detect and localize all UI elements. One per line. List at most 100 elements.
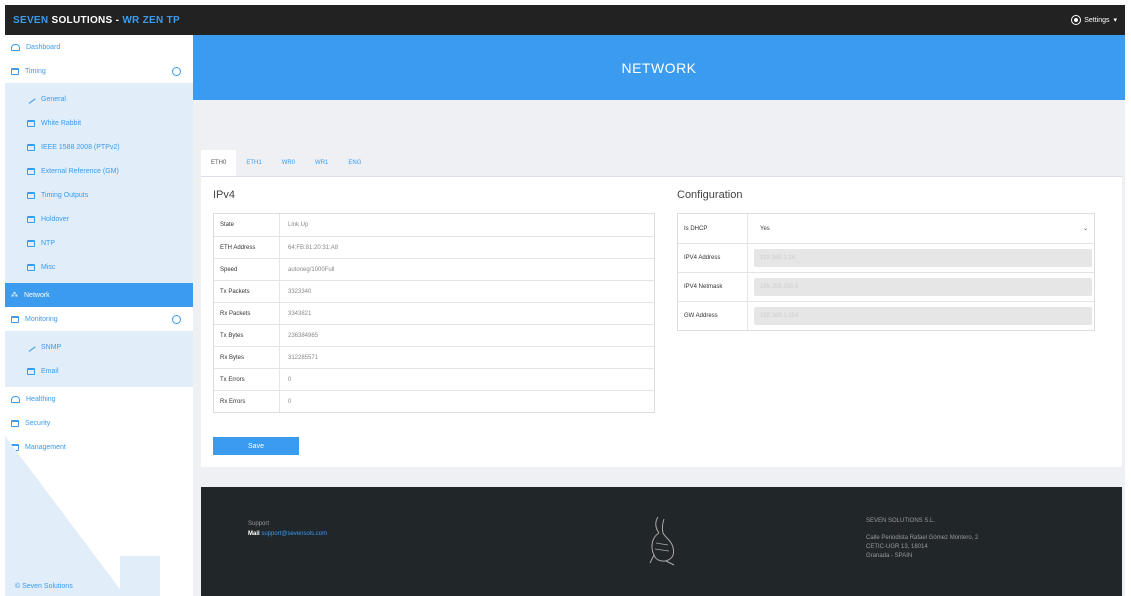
- calendar-icon: [27, 239, 35, 247]
- sidebar-item-misc[interactable]: Misc: [5, 255, 193, 279]
- calendar-icon: [11, 67, 19, 75]
- sidebar-item-label: IEEE 1588 2008 (PTPv2): [41, 143, 120, 151]
- row-key: IPV4 Netmask: [678, 273, 748, 301]
- table-row: Rx Errors 0: [214, 390, 654, 412]
- sidebar-item-snmp[interactable]: SNMP: [5, 335, 193, 359]
- row-key: Speed: [214, 259, 280, 280]
- config-row: IPV4 Address 192.168.1.14: [678, 243, 1094, 272]
- save-button[interactable]: Save: [213, 437, 299, 455]
- sidebar-item-label: NTP: [41, 239, 55, 247]
- address-line: CETIC-UGR 13, 18014: [866, 544, 928, 550]
- table-row: ETH Address 64:FB:81:20:31:A8: [214, 236, 654, 258]
- sidebar-item-external-reference[interactable]: External Reference (GM): [5, 159, 193, 183]
- sidebar-item-dashboard[interactable]: Dashboard: [5, 35, 193, 59]
- main-content: NETWORK ETH0 ETH1 WR0 WR1 ENG IPv4 State…: [193, 35, 1125, 596]
- tab-wr1[interactable]: WR1: [305, 150, 338, 176]
- sidebar-item-label: Holdover: [41, 215, 70, 223]
- monitoring-submenu: SNMP Email: [5, 331, 193, 387]
- ipv4-netmask-field[interactable]: 255.255.255.0: [754, 278, 1092, 296]
- decorative-triangle: [5, 436, 125, 596]
- support-email-link[interactable]: support@sevensols.com: [261, 531, 327, 537]
- row-key: Is DHCP: [678, 214, 748, 243]
- row-key: GW Address: [678, 302, 748, 330]
- sidebar-item-label: General: [41, 95, 66, 103]
- sidebar-item-general[interactable]: General: [5, 87, 193, 111]
- row-value: 3323340: [288, 288, 312, 295]
- dhcp-select[interactable]: Yes ⌄: [754, 219, 1094, 239]
- row-key: ETH Address: [214, 237, 280, 258]
- row-key: Rx Bytes: [214, 347, 280, 368]
- footer: Support Mail support@sevensols.com SEVEN…: [201, 487, 1122, 596]
- sidebar-item-label: Healthing: [26, 395, 56, 403]
- chevron-down-icon: ⌄: [1082, 226, 1088, 232]
- tab-eth1[interactable]: ETH1: [236, 150, 271, 176]
- tab-eth0[interactable]: ETH0: [201, 150, 237, 176]
- brand-part-device: WR ZEN TP: [122, 14, 181, 26]
- sidebar-item-timing[interactable]: Timing: [5, 59, 193, 83]
- settings-label: Settings: [1084, 16, 1110, 24]
- sidebar-item-security[interactable]: Security: [5, 411, 193, 435]
- configuration-title: Configuration: [677, 189, 743, 201]
- support-title: Support: [248, 521, 270, 527]
- sidebar-item-white-rabbit[interactable]: White Rabbit: [5, 111, 193, 135]
- rabbit-logo-icon: [649, 516, 675, 566]
- dhcp-selected-value: Yes: [760, 225, 770, 232]
- calendar-icon: [11, 315, 19, 323]
- page-title: NETWORK: [193, 35, 1125, 100]
- table-row: Tx Packets 3323340: [214, 280, 654, 302]
- ipv4-address-field[interactable]: 192.168.1.14: [754, 249, 1092, 267]
- footer-company: SEVEN SOLUTIONS S.L. Calle Periodista Ra…: [866, 517, 978, 561]
- lock-icon: [11, 419, 19, 427]
- sidebar-item-ptp[interactable]: IEEE 1588 2008 (PTPv2): [5, 135, 193, 159]
- row-key: Rx Errors: [214, 391, 280, 412]
- row-value: 312285571: [288, 354, 319, 361]
- calendar-icon: [27, 215, 35, 223]
- monitor-icon: [11, 43, 20, 51]
- row-value: 64:FB:81:20:31:A8: [288, 244, 339, 251]
- heart-icon: [11, 395, 20, 403]
- row-value: 0: [288, 398, 292, 405]
- table-row: Speed autoneg/1000Full: [214, 258, 654, 280]
- footer-support: Support Mail support@sevensols.com: [248, 519, 327, 539]
- gw-address-field[interactable]: 192.168.1.254: [754, 307, 1092, 325]
- row-value: 0: [288, 376, 292, 383]
- ipv4-title: IPv4: [213, 189, 236, 201]
- calendar-icon: [27, 143, 35, 151]
- interface-tabs: ETH0 ETH1 WR0 WR1 ENG: [201, 149, 1122, 177]
- leaf-icon: [26, 342, 36, 352]
- sidebar-item-label: White Rabbit: [41, 119, 82, 127]
- sidebar-item-label: Misc: [41, 263, 56, 271]
- network-icon: ⁂: [11, 292, 18, 299]
- sidebar-item-holdover[interactable]: Holdover: [5, 207, 193, 231]
- caret-down-icon: ▾: [1113, 17, 1117, 24]
- brand-part-solutions: SOLUTIONS -: [51, 14, 123, 26]
- sidebar-item-timing-outputs[interactable]: Timing Outputs: [5, 183, 193, 207]
- top-navbar: SEVEN SOLUTIONS - WR ZEN TP Settings ▾: [5, 5, 1125, 35]
- table-row: Tx Errors 0: [214, 368, 654, 390]
- sidebar-item-email[interactable]: Email: [5, 359, 193, 383]
- tab-wr0[interactable]: WR0: [272, 150, 305, 176]
- table-row: Rx Packets 3343821: [214, 302, 654, 324]
- sidebar-item-healthing[interactable]: Healthing: [5, 387, 193, 411]
- configuration-table: Is DHCP Yes ⌄ IPV4 Address 192.168.1.14 …: [677, 213, 1095, 331]
- brand-title[interactable]: SEVEN SOLUTIONS - WR ZEN TP: [13, 15, 180, 26]
- ipv4-table: State Link Up ETH Address 64:FB:81:20:31:A…: [213, 213, 655, 413]
- sidebar-item-label: Dashboard: [26, 43, 61, 51]
- config-row: GW Address 192.168.1.254: [678, 301, 1094, 330]
- gear-icon: [1072, 16, 1081, 24]
- calendar-icon: [27, 167, 35, 175]
- sidebar-item-ntp[interactable]: NTP: [5, 231, 193, 255]
- sidebar-item-network[interactable]: ⁂ Network: [5, 283, 193, 307]
- expand-circle-icon: [172, 314, 181, 324]
- expand-circle-icon: [172, 66, 181, 76]
- sidebar: Dashboard Timing General White Rabbit IE…: [5, 35, 193, 596]
- calendar-icon: [27, 191, 35, 199]
- table-row: State Link Up: [214, 214, 654, 236]
- sidebar-item-monitoring[interactable]: Monitoring: [5, 307, 193, 331]
- mail-label: Mail: [248, 531, 260, 537]
- settings-dropdown[interactable]: Settings ▾: [1072, 16, 1117, 24]
- sidebar-item-label: SNMP: [41, 343, 62, 351]
- row-key: IPV4 Address: [678, 244, 748, 272]
- tab-eng[interactable]: ENG: [338, 150, 371, 176]
- address-line: Granada - SPAIN: [866, 553, 913, 559]
